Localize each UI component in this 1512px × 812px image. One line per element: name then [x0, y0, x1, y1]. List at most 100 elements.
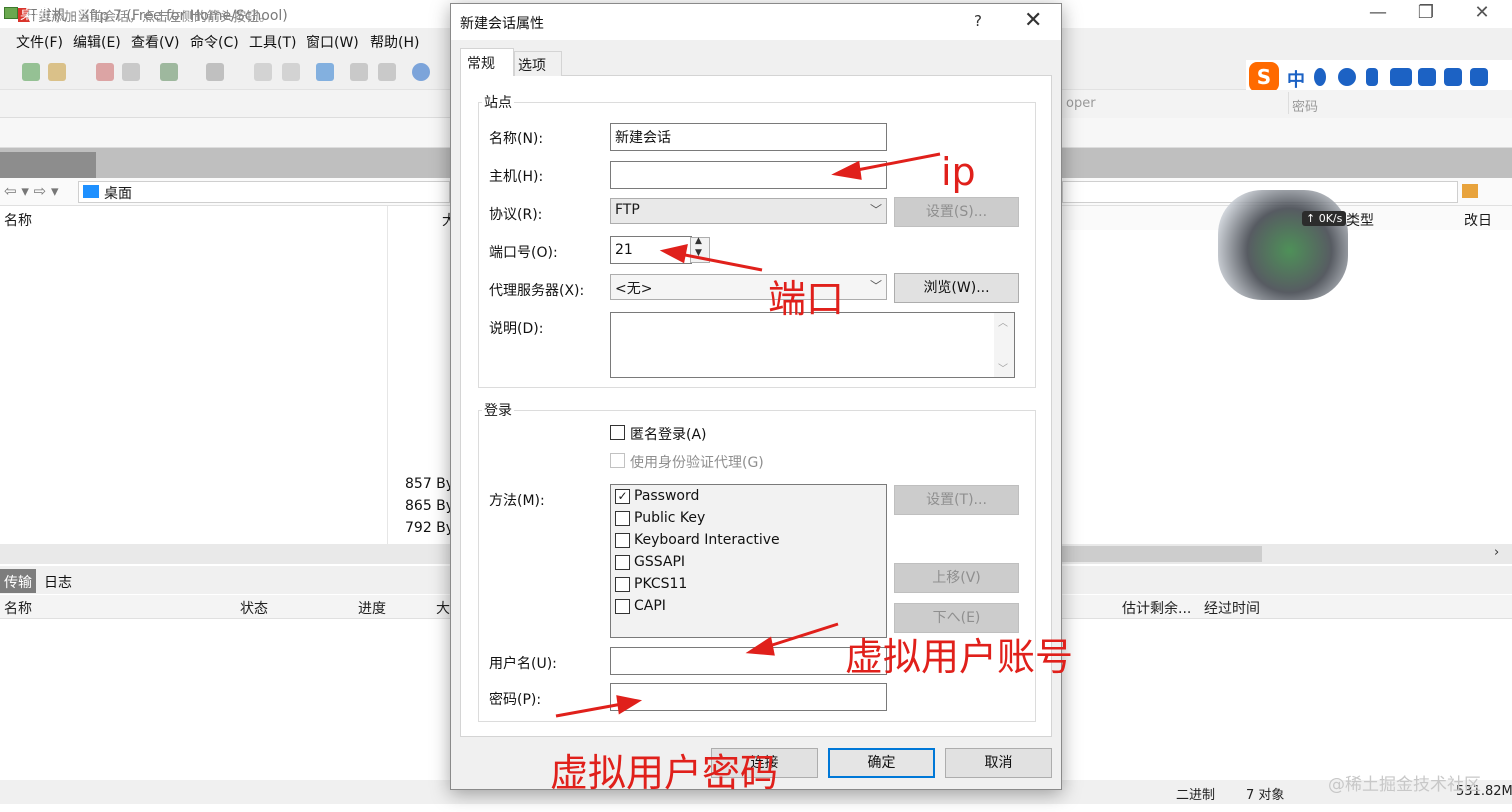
help-icon[interactable]: ? — [974, 12, 982, 30]
method-checkbox-password[interactable]: ✓ — [615, 489, 630, 504]
file-size-cell: 865 By — [405, 498, 455, 514]
app-close-button[interactable]: ✕ — [1462, 2, 1502, 26]
chevron-down-icon: ﹀ — [869, 279, 882, 293]
protocol-settings-button[interactable]: 设置(S)... — [894, 197, 1019, 227]
settings-icon[interactable] — [160, 63, 178, 81]
password-field[interactable] — [610, 683, 887, 711]
xfer-col-size[interactable]: 大 — [436, 598, 450, 618]
method-checkbox-pkcs11[interactable] — [615, 577, 630, 592]
column-separator — [1288, 92, 1289, 114]
scroll-up-icon[interactable]: ︿ — [998, 314, 1008, 329]
proxy-browse-button[interactable]: 浏览(W)... — [894, 273, 1019, 303]
refresh-icon[interactable] — [378, 63, 396, 81]
status-mode: 二进制 — [1176, 788, 1216, 803]
open-folder-icon[interactable] — [48, 63, 66, 81]
scroll-down-icon[interactable]: ﹀ — [998, 360, 1008, 375]
copy-icon[interactable] — [254, 63, 272, 81]
disconnect-icon[interactable] — [122, 63, 140, 81]
ime-skin-icon[interactable] — [1444, 68, 1462, 86]
paste-icon[interactable] — [282, 63, 300, 81]
nav-back-forward[interactable]: ⇦ ▾ ⇨ ▾ — [4, 182, 59, 200]
scroll-right-icon[interactable]: › — [1494, 545, 1499, 560]
spin-down-icon[interactable]: ▼ — [695, 248, 702, 258]
tab-close-icon[interactable]: × — [78, 5, 88, 19]
ime-punct-icon[interactable] — [1314, 68, 1326, 86]
ime-user-icon[interactable] — [1418, 68, 1436, 86]
method-publickey[interactable]: Public Key — [634, 510, 705, 526]
menu-edit[interactable]: 编辑(E) — [73, 32, 121, 52]
path-input[interactable] — [78, 181, 450, 203]
home-icon[interactable] — [1462, 184, 1478, 198]
minimize-button[interactable]: — — [1358, 2, 1398, 26]
play-icon[interactable] — [206, 63, 224, 81]
scrollbar-thumb[interactable] — [1062, 546, 1262, 562]
anonymous-checkbox[interactable] — [610, 425, 625, 440]
connect-icon[interactable] — [96, 63, 114, 81]
move-up-button[interactable]: 上移(V) — [894, 563, 1019, 593]
menu-help[interactable]: 帮助(H) — [370, 32, 419, 52]
globe-icon[interactable] — [412, 63, 430, 81]
menu-window[interactable]: 窗口(W) — [306, 32, 359, 52]
xfer-col-status[interactable]: 状态 — [240, 598, 268, 618]
column-type[interactable]: 类型 — [1346, 210, 1374, 230]
xfer-col-name[interactable]: 名称 — [4, 598, 32, 618]
description-label: 说明(D): — [489, 321, 544, 337]
menu-command[interactable]: 命令(C) — [190, 32, 239, 52]
protocol-label: 协议(R): — [489, 207, 543, 223]
tab-general-label: 常规 — [467, 56, 495, 72]
column-password: 密码 — [1292, 100, 1319, 115]
dialog-close-icon[interactable]: ✕ — [1024, 8, 1042, 33]
method-gssapi[interactable]: GSSAPI — [634, 554, 685, 570]
ime-emoji-icon[interactable] — [1338, 68, 1356, 86]
host-field[interactable] — [610, 161, 887, 189]
agent-checkbox[interactable] — [610, 453, 625, 468]
menu-view[interactable]: 查看(V) — [131, 32, 180, 52]
maximize-button[interactable]: ❐ — [1406, 2, 1446, 26]
stop-icon[interactable] — [350, 63, 368, 81]
cancel-button[interactable]: 取消 — [945, 748, 1052, 778]
column-name[interactable]: 名称 — [4, 210, 32, 230]
protocol-value: FTP — [615, 202, 640, 218]
tab-log[interactable]: 日志 — [44, 572, 72, 592]
ime-keyboard-icon[interactable] — [1390, 68, 1412, 86]
method-label: 方法(M): — [489, 493, 545, 509]
tab-options-label: 选项 — [518, 58, 546, 74]
xfer-col-progress[interactable]: 进度 — [358, 598, 386, 618]
xfer-col-remaining[interactable]: 估计剩余... — [1122, 598, 1191, 618]
status-objects: 7 对象 — [1246, 788, 1285, 803]
password-label: 密码(P): — [489, 692, 542, 708]
method-settings-button[interactable]: 设置(T)... — [894, 485, 1019, 515]
proxy-select[interactable]: <无> ﹀ — [610, 274, 887, 300]
column-modified[interactable]: 改日 — [1464, 210, 1492, 230]
ime-grid-icon[interactable] — [1470, 68, 1488, 86]
host-label: 主机(H): — [489, 169, 544, 185]
name-field[interactable] — [610, 123, 887, 151]
menu-tools[interactable]: 工具(T) — [249, 32, 296, 52]
blurred-image — [1218, 190, 1348, 300]
spin-up-icon[interactable]: ▲ — [695, 236, 702, 246]
protocol-select[interactable]: FTP ﹀ — [610, 198, 887, 224]
proxy-value: <无> — [615, 281, 653, 297]
method-checkbox-capi[interactable] — [615, 599, 630, 614]
port-field[interactable] — [610, 236, 692, 264]
tab-desktop[interactable] — [0, 152, 96, 178]
ime-logo-icon[interactable]: S — [1249, 62, 1279, 92]
ime-mic-icon[interactable] — [1366, 68, 1378, 86]
method-checkbox-keyboard[interactable] — [615, 533, 630, 548]
hint-text: 要添加当前会话，点击左侧的箭头按钮。 — [38, 10, 273, 25]
method-checkbox-gssapi[interactable] — [615, 555, 630, 570]
method-keyboard[interactable]: Keyboard Interactive — [634, 532, 780, 548]
method-capi[interactable]: CAPI — [634, 598, 666, 614]
new-session-icon[interactable] — [22, 63, 40, 81]
ime-language-toggle[interactable]: 中 — [1287, 66, 1305, 92]
port-label: 端口号(O): — [489, 245, 558, 261]
dialog-title: 新建会话属性 — [460, 16, 544, 32]
app-icon — [4, 7, 18, 19]
method-password[interactable]: Password — [634, 488, 699, 504]
method-pkcs11[interactable]: PKCS11 — [634, 576, 687, 592]
ok-button[interactable]: 确定 — [828, 748, 935, 778]
xfer-col-elapsed[interactable]: 经过时间 — [1204, 598, 1260, 618]
transfer-icon[interactable] — [316, 63, 334, 81]
menu-file[interactable]: 文件(F) — [16, 32, 63, 52]
method-checkbox-publickey[interactable] — [615, 511, 630, 526]
